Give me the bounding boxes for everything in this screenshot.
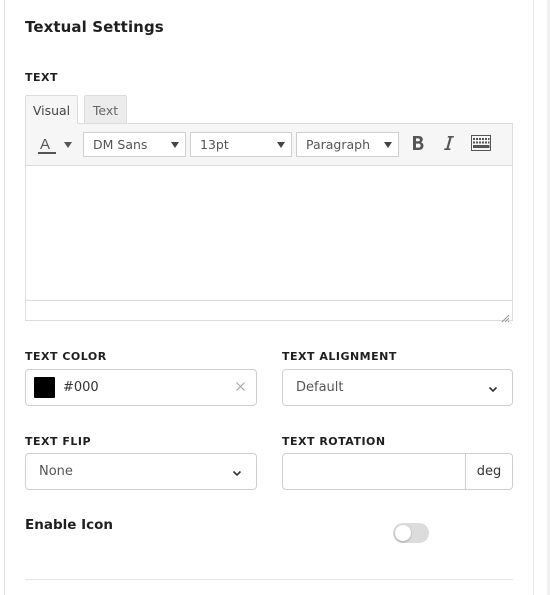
text-flip-select[interactable]: None — [25, 453, 257, 490]
text-alignment-label: TEXT ALIGNMENT — [282, 350, 397, 363]
font-family-value: DM Sans — [93, 137, 148, 152]
divider — [25, 579, 513, 580]
text-color-field[interactable]: #000 — [25, 369, 257, 406]
enable-icon-label: Enable Icon — [25, 517, 114, 533]
font-family-select[interactable]: DM Sans — [83, 132, 186, 157]
text-flip-value: None — [39, 464, 73, 479]
font-size-select[interactable]: 13pt — [190, 132, 292, 157]
bold-button[interactable] — [406, 132, 430, 157]
editor-content-area[interactable] — [26, 166, 512, 300]
chevron-down-icon — [171, 142, 179, 148]
text-alignment-value: Default — [296, 380, 344, 395]
text-color-button[interactable]: A — [32, 132, 76, 157]
chevron-down-icon — [488, 383, 498, 398]
block-format-value: Paragraph — [306, 137, 371, 152]
editor-toolbar: A DM Sans 13pt Paragraph — [26, 124, 512, 166]
clear-icon[interactable] — [235, 381, 246, 396]
text-rotation-input[interactable] — [283, 454, 465, 489]
bold-icon — [411, 135, 425, 155]
text-rotation-field: deg — [282, 453, 513, 490]
tab-visual[interactable]: Visual — [25, 95, 78, 124]
keyboard-icon — [471, 134, 491, 155]
color-swatch[interactable] — [34, 377, 55, 398]
svg-text:A: A — [40, 136, 50, 153]
font-size-value: 13pt — [200, 137, 229, 152]
text-color-label: TEXT COLOR — [25, 350, 107, 363]
section-title: Textual Settings — [25, 18, 164, 36]
text-label: TEXT — [25, 71, 59, 84]
enable-icon-toggle[interactable] — [393, 523, 429, 543]
rich-text-editor: A DM Sans 13pt Paragraph — [25, 123, 513, 323]
text-flip-label: TEXT FLIP — [25, 435, 92, 448]
toggle-knob — [395, 525, 411, 541]
text-color-value: #000 — [63, 380, 99, 395]
text-rotation-label: TEXT ROTATION — [282, 435, 386, 448]
text-color-icon: A — [37, 135, 57, 155]
italic-icon — [443, 135, 455, 155]
toolbar-toggle-button[interactable] — [468, 132, 494, 157]
rotation-unit-label: deg — [465, 454, 512, 489]
editor-statusbar — [26, 300, 512, 323]
chevron-down-icon — [384, 142, 392, 148]
resize-handle-icon[interactable] — [500, 308, 510, 323]
chevron-down-icon — [277, 142, 285, 148]
tab-text[interactable]: Text — [84, 95, 127, 124]
chevron-down-icon — [63, 141, 72, 148]
chevron-down-icon — [232, 467, 242, 482]
block-format-select[interactable]: Paragraph — [296, 132, 399, 157]
italic-button[interactable] — [437, 132, 461, 157]
text-alignment-select[interactable]: Default — [282, 369, 513, 406]
